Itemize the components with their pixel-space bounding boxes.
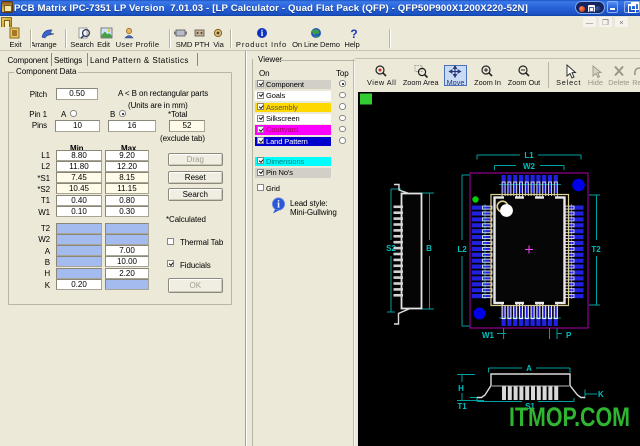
svg-text:?: ? <box>350 27 357 40</box>
svg-text:P: P <box>566 331 572 340</box>
svg-text:B: B <box>426 244 432 253</box>
svg-text:L1: L1 <box>524 151 534 160</box>
svg-text:L2: L2 <box>457 245 467 254</box>
svg-text:T2: T2 <box>591 245 601 254</box>
svg-text:A: A <box>526 364 532 373</box>
svg-text:H: H <box>458 384 464 393</box>
svg-text:W2: W2 <box>523 162 536 171</box>
svg-text:K: K <box>598 390 604 399</box>
svg-text:T1: T1 <box>457 402 467 411</box>
svg-text:ITMOP.COM: ITMOP.COM <box>509 402 630 432</box>
svg-text:W1: W1 <box>482 331 495 340</box>
svg-text:i: i <box>277 200 280 211</box>
